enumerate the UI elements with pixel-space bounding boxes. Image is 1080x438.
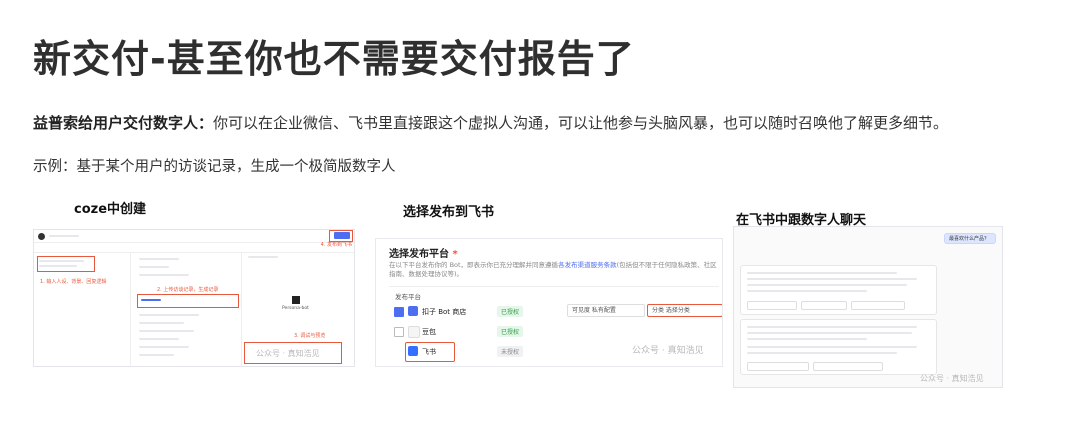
annotation-box-upload [137, 294, 239, 308]
suggestion-chip[interactable] [747, 362, 809, 371]
suggestion-chip[interactable] [813, 362, 883, 371]
visibility-select[interactable]: 可见度 私有配置 [567, 304, 645, 317]
table-row: 豆包 已授权 [389, 322, 719, 341]
annotation-input: 1. 输入人设、背景、回复逻辑 [40, 279, 107, 285]
persona-name: Persona-bot [282, 306, 309, 311]
caption-publish: 选择发布到飞书 [403, 205, 495, 220]
status-badge: 已授权 [497, 306, 524, 317]
publish-screenshot: 选择发布平台 * 在以下平台发布你的 Bot，即表示你已充分理解并同意遵循各发布… [375, 238, 723, 367]
platform-name: 扣子 Bot 商店 [422, 308, 467, 316]
page-title: 新交付-甚至你也不需要交付报告了 [33, 37, 635, 81]
watermark-2: 公众号 · 真知浩见 [632, 346, 704, 356]
bot-reply-1 [740, 265, 937, 315]
annotation-run: 3. 调试与预览 [294, 333, 326, 339]
watermark-3: 公众号 · 真知浩见 [920, 374, 984, 383]
checkbox[interactable] [394, 307, 404, 317]
bot-reply-2 [740, 319, 937, 375]
coze-skills-column: 2. 上传访谈记录，生成记录 [131, 252, 242, 366]
doubao-icon [408, 326, 420, 338]
feishu-icon [408, 346, 418, 356]
suggestion-chip[interactable] [747, 301, 797, 310]
category-select[interactable]: 分类 选择分类 [647, 304, 722, 317]
intro-bold: 益普索给用户交付数字人： [33, 114, 214, 132]
annotation-box-input [37, 256, 95, 272]
publish-heading: 选择发布平台 * [389, 249, 458, 260]
suggestion-chip[interactable] [851, 301, 905, 310]
caption-coze: coze中创建 [74, 202, 147, 217]
example-line: 示例：基于某个用户的访谈记录，生成一个极简版数字人 [33, 159, 396, 175]
platform-name: 豆包 [422, 328, 436, 336]
feishu-chat-screenshot: 最喜欢什么产品？ 公众号 · 真知浩见 [733, 226, 1003, 388]
suggestion-chip[interactable] [801, 301, 847, 310]
coze-store-icon [408, 306, 418, 316]
watermark-1: 公众号 · 真知浩见 [256, 349, 320, 358]
annotation-publish: 4. 发布到飞书 [320, 242, 352, 248]
table-row: 扣子 Bot 商店 已授权 可见度 私有配置 分类 选择分类 [389, 302, 722, 321]
table-header: 发布平台 [395, 293, 421, 301]
status-badge: 已授权 [497, 326, 524, 337]
persona-icon [292, 296, 300, 304]
checkbox[interactable] [394, 327, 404, 337]
annotation-upload: 2. 上传访谈记录，生成记录 [157, 287, 219, 293]
intro-paragraph: 益普索给用户交付数字人：你可以在企业微信、飞书里直接跟这个虚拟人沟通，可以让他参… [33, 112, 948, 133]
intro-text: 你可以在企业微信、飞书里直接跟这个虚拟人沟通，可以让他参与头脑风暴，也可以随时召… [213, 114, 949, 132]
coze-topbar [34, 230, 354, 243]
coze-prompt-column: 1. 输入人设、背景、回复逻辑 [34, 252, 131, 366]
status-badge: 未授权 [497, 346, 524, 357]
coze-screenshot: 4. 发布到飞书 1. 输入人设、背景、回复逻辑 2. 上传访谈记录，生成记录 … [33, 229, 355, 367]
terms-link[interactable]: 各发布渠道服务条款 [558, 261, 617, 269]
publish-description: 在以下平台发布你的 Bot，即表示你已充分理解并同意遵循各发布渠道服务条款(包括… [389, 261, 717, 278]
bot-avatar-icon [38, 232, 45, 240]
user-message: 最喜欢什么产品？ [944, 233, 996, 244]
platform-name: 飞书 [422, 348, 436, 356]
